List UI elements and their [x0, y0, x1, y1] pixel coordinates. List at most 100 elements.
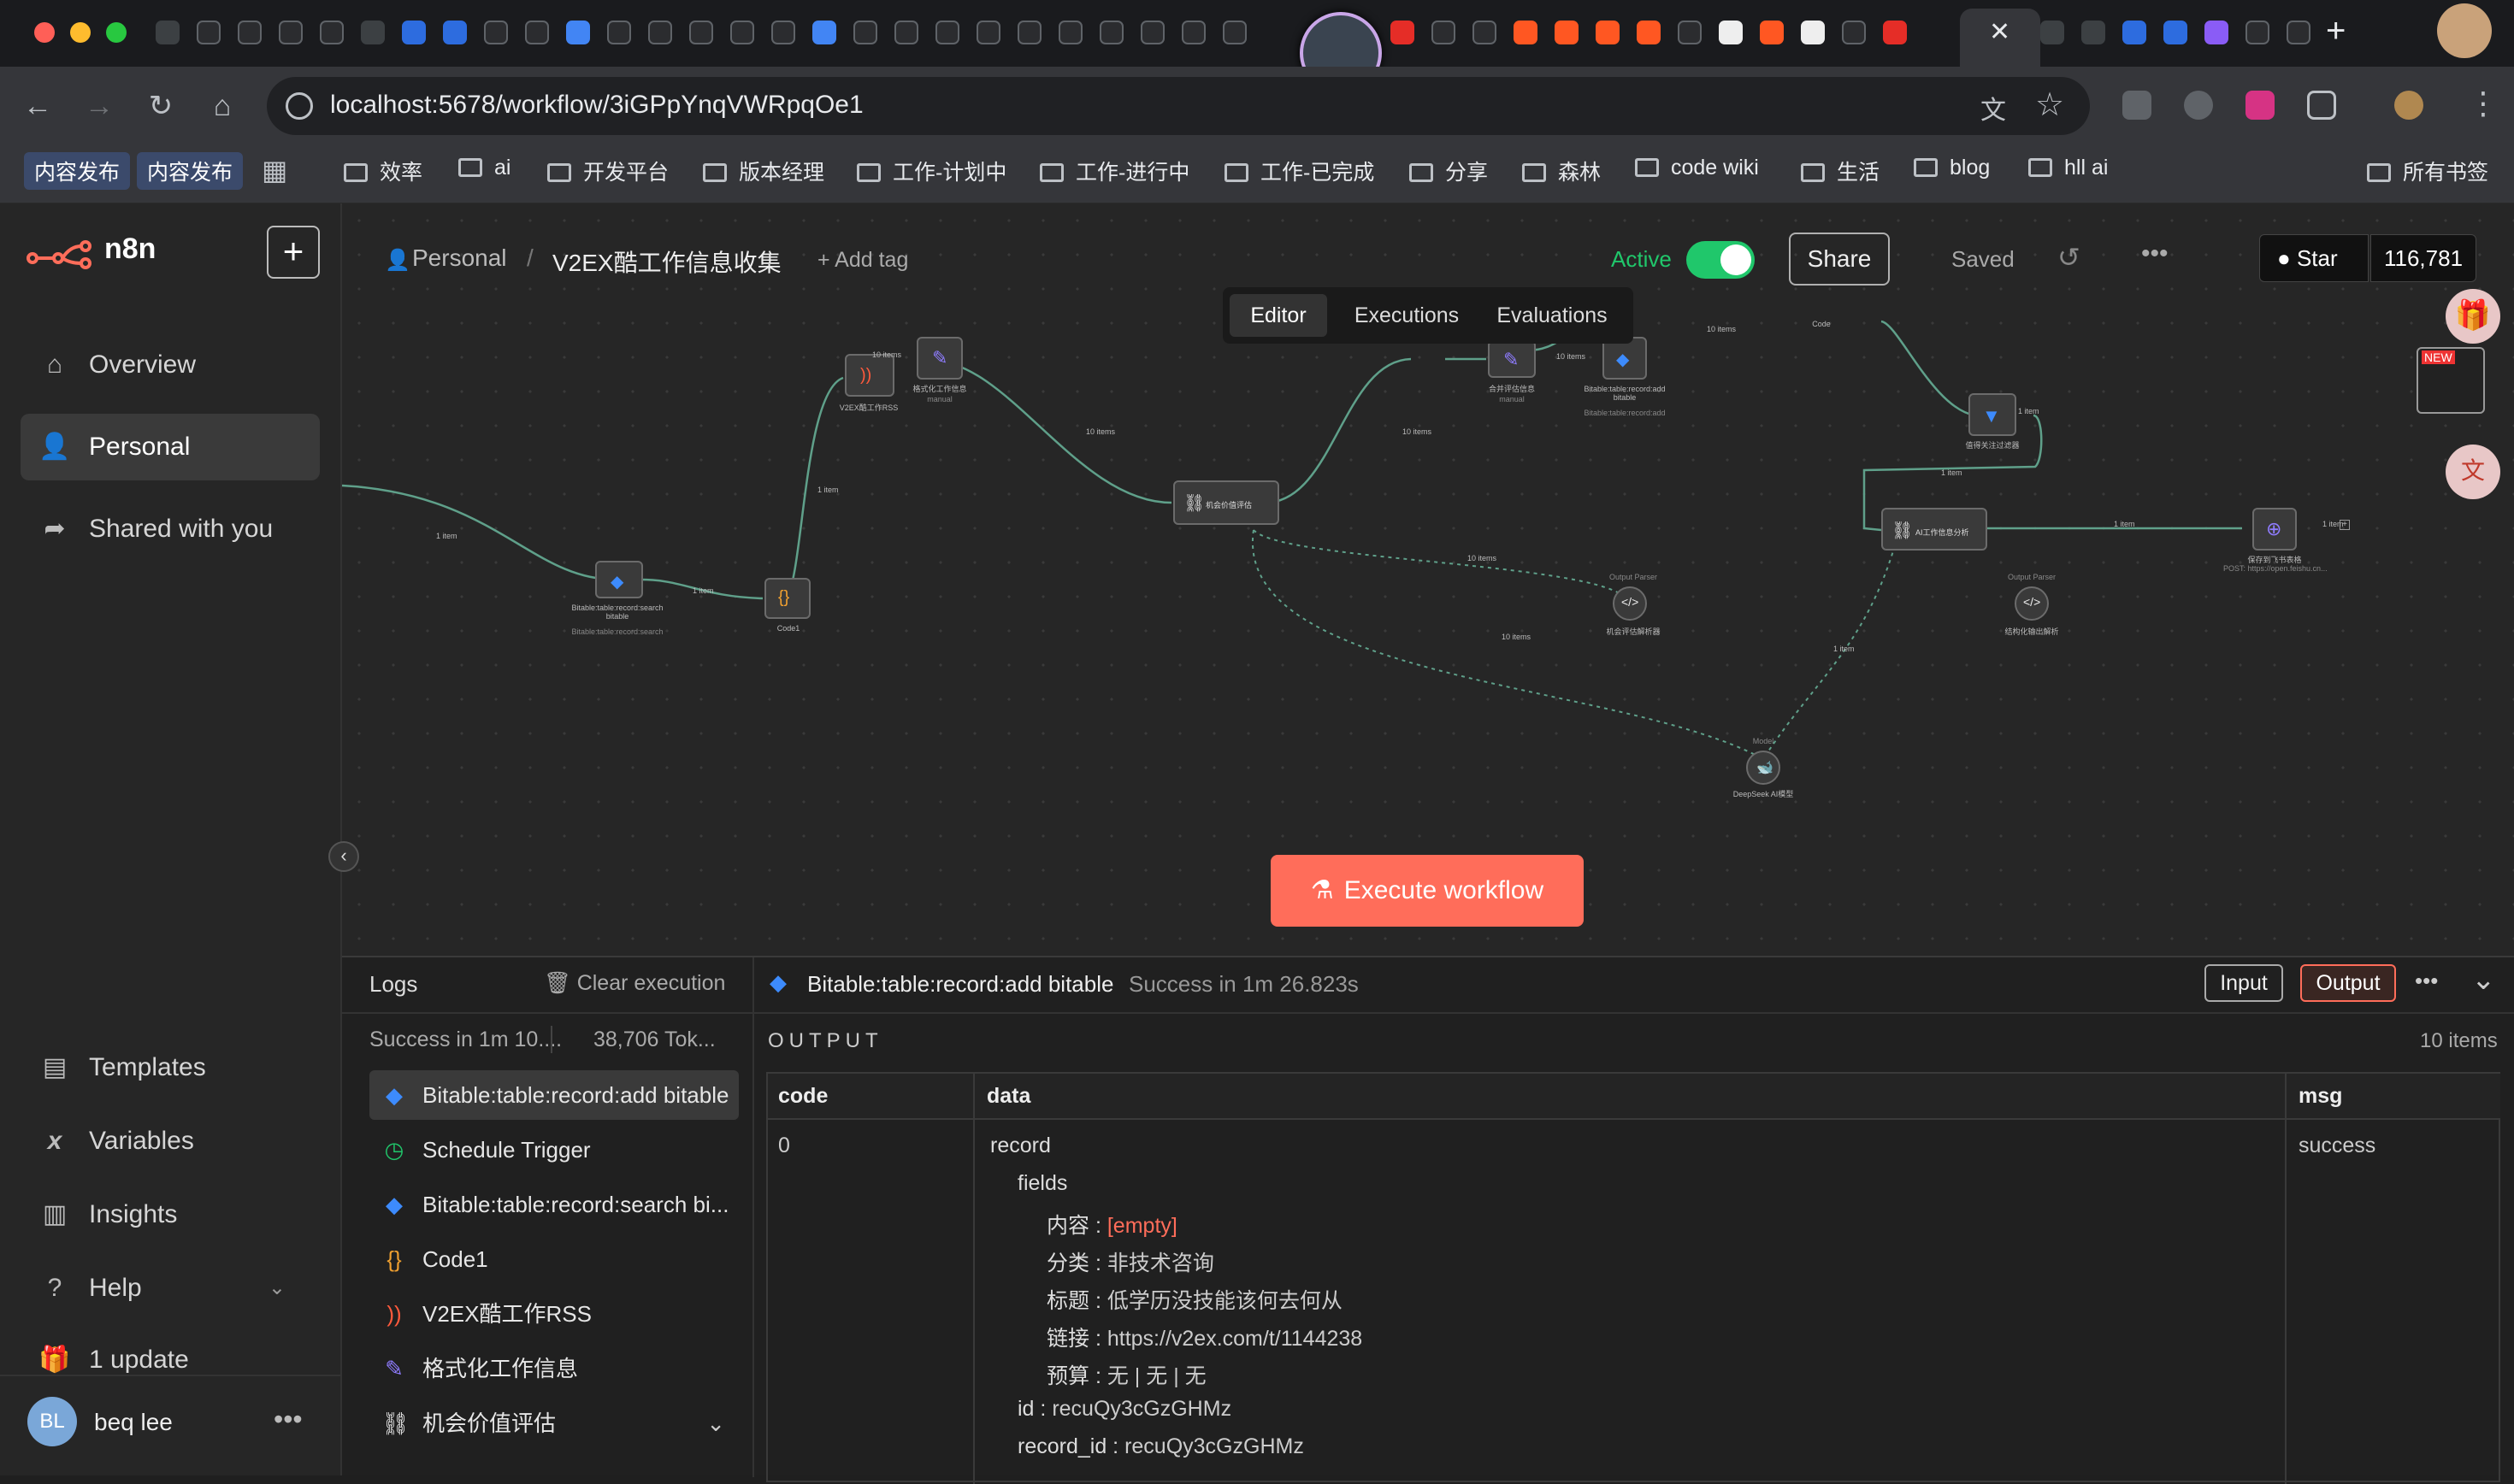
tab-editor[interactable]: Editor [1230, 294, 1327, 337]
bookmark-folder[interactable]: 工作-已完成 [1225, 156, 1374, 186]
bookmark-folder[interactable]: 工作-计划中 [857, 156, 1006, 186]
bookmark-folder[interactable]: code wiki [1635, 156, 1759, 180]
history-icon[interactable]: ↺ [2057, 241, 2080, 274]
tab[interactable] [648, 21, 672, 44]
gift-widget-icon[interactable]: 🎁 [2446, 289, 2500, 344]
tab[interactable] [1801, 21, 1825, 44]
tab[interactable] [2122, 21, 2146, 44]
back-button[interactable]: ← [21, 89, 55, 123]
reload-button[interactable]: ↻ [144, 89, 178, 123]
bookmark-folder[interactable]: 版本经理 [703, 156, 824, 186]
tab[interactable] [238, 21, 262, 44]
log-entry-schedule-trigger[interactable]: ◷ Schedule Trigger [369, 1125, 739, 1175]
nav-help[interactable]: ? Help ⌄ [21, 1255, 320, 1322]
create-button[interactable]: + [267, 226, 320, 279]
tab[interactable] [1431, 21, 1455, 44]
browser-menu-icon[interactable]: ⋮ [2468, 85, 2499, 121]
user-menu-icon[interactable]: ••• [274, 1404, 303, 1435]
node-code1[interactable]: {} [764, 578, 811, 619]
node-save-feishu[interactable]: ⊕ [2252, 508, 2297, 551]
tab[interactable] [771, 21, 795, 44]
nav-update[interactable]: 🎁 1 update [21, 1327, 320, 1393]
share-button[interactable]: Share [1789, 233, 1890, 286]
nav-templates[interactable]: ▤ Templates [21, 1034, 320, 1101]
tab[interactable] [689, 21, 713, 44]
github-star-button[interactable]: ● Star [2259, 234, 2369, 282]
tab[interactable] [977, 21, 1000, 44]
tab[interactable] [812, 21, 836, 44]
node-bitable-search[interactable]: ◆ [595, 561, 643, 598]
qr-extension-icon[interactable] [2122, 91, 2151, 120]
tab[interactable] [2081, 21, 2105, 44]
tab[interactable] [361, 21, 385, 44]
log-entry-rss[interactable]: )) V2EX酷工作RSS [369, 1289, 739, 1339]
node-opportunity-eval[interactable]: ⛓ 机会价值评估 [1173, 480, 1279, 525]
translate-icon[interactable]: 文 [1980, 89, 2006, 127]
tab[interactable] [1182, 21, 1206, 44]
tab[interactable] [1100, 21, 1124, 44]
bookmark-folder[interactable]: 生活 [1801, 156, 1880, 186]
log-entry-code1[interactable]: {} Code1 [369, 1234, 739, 1284]
new-tab-button[interactable]: + [2326, 12, 2346, 50]
tab[interactable] [484, 21, 508, 44]
tab-executions[interactable]: Executions [1343, 294, 1471, 337]
add-tag-button[interactable]: + Add tag [817, 248, 908, 273]
avatar[interactable]: BL [27, 1397, 77, 1446]
tab[interactable] [2287, 21, 2310, 44]
profile-icon[interactable] [2437, 3, 2492, 58]
collapse-sidebar-icon[interactable]: ‹ [328, 841, 359, 872]
nav-variables[interactable]: x Variables [21, 1108, 320, 1175]
forward-button[interactable]: → [82, 89, 116, 123]
tab[interactable] [1637, 21, 1661, 44]
logs-more-icon[interactable]: ••• [2415, 968, 2438, 994]
workflow-name[interactable]: V2EX酷工作信息收集 [552, 244, 782, 279]
account-avatar[interactable] [2394, 91, 2423, 120]
bookmark-item[interactable]: 内容发布 [137, 152, 244, 190]
tab[interactable] [1883, 21, 1907, 44]
bookmark-folder[interactable]: 分享 [1409, 156, 1488, 186]
home-button[interactable]: ⌂ [205, 89, 239, 123]
tab[interactable] [443, 21, 467, 44]
tab[interactable] [730, 21, 754, 44]
tab[interactable] [1141, 21, 1165, 44]
tab[interactable] [1514, 21, 1537, 44]
tab[interactable] [1760, 21, 1784, 44]
extension-icon[interactable] [2184, 91, 2213, 120]
close-tab-icon[interactable]: ✕ [1989, 17, 2010, 47]
nav-shared[interactable]: ➦ Shared with you [21, 496, 320, 562]
log-entry-bitable-search[interactable]: ◆ Bitable:table:record:search bi... [369, 1180, 739, 1229]
tab[interactable] [1059, 21, 1083, 44]
bookmark-folder[interactable]: 工作-进行中 [1040, 156, 1189, 186]
tab[interactable] [1842, 21, 1866, 44]
nav-overview[interactable]: ⌂ Overview [21, 332, 320, 398]
clear-execution-button[interactable]: 🗑 Clear execution [544, 971, 725, 996]
node-eval-parser[interactable]: </> [1613, 586, 1647, 621]
node-merge-eval[interactable]: ✎ [1488, 340, 1536, 378]
workflow-menu-icon[interactable]: ••• [2141, 239, 2169, 268]
bookmark-folder[interactable]: 效率 [344, 156, 422, 186]
tab[interactable] [1472, 21, 1496, 44]
tab[interactable] [402, 21, 426, 44]
url-text[interactable]: localhost:5678/workflow/3iGPpYnqVWRpqOe1 [330, 91, 864, 120]
active-toggle[interactable] [1686, 241, 1755, 279]
nav-insights[interactable]: ▥ Insights [21, 1181, 320, 1248]
bookmark-folder[interactable]: ai [458, 156, 510, 180]
log-entry-bitable-add[interactable]: ◆ Bitable:table:record:add bitable [369, 1070, 739, 1120]
tab[interactable] [320, 21, 344, 44]
bookmark-folder[interactable]: 森林 [1522, 156, 1601, 186]
tab[interactable] [1223, 21, 1247, 44]
tab[interactable] [566, 21, 590, 44]
tab[interactable] [1678, 21, 1702, 44]
tab[interactable] [1555, 21, 1579, 44]
tab-evaluations[interactable]: Evaluations [1479, 294, 1625, 337]
tab[interactable] [1719, 21, 1743, 44]
active-tab[interactable]: ✕ [1960, 9, 2040, 67]
collapse-logs-icon[interactable]: ⌄ [2471, 963, 2496, 997]
extensions-puzzle-icon[interactable] [2307, 91, 2336, 120]
minimize-window-button[interactable] [70, 22, 91, 43]
node-structured-parser[interactable]: </> [2015, 586, 2049, 621]
tab[interactable] [1596, 21, 1620, 44]
tab[interactable] [1018, 21, 1042, 44]
node-format-job[interactable]: ✎ [917, 337, 963, 380]
output-button[interactable]: Output [2300, 964, 2396, 1002]
